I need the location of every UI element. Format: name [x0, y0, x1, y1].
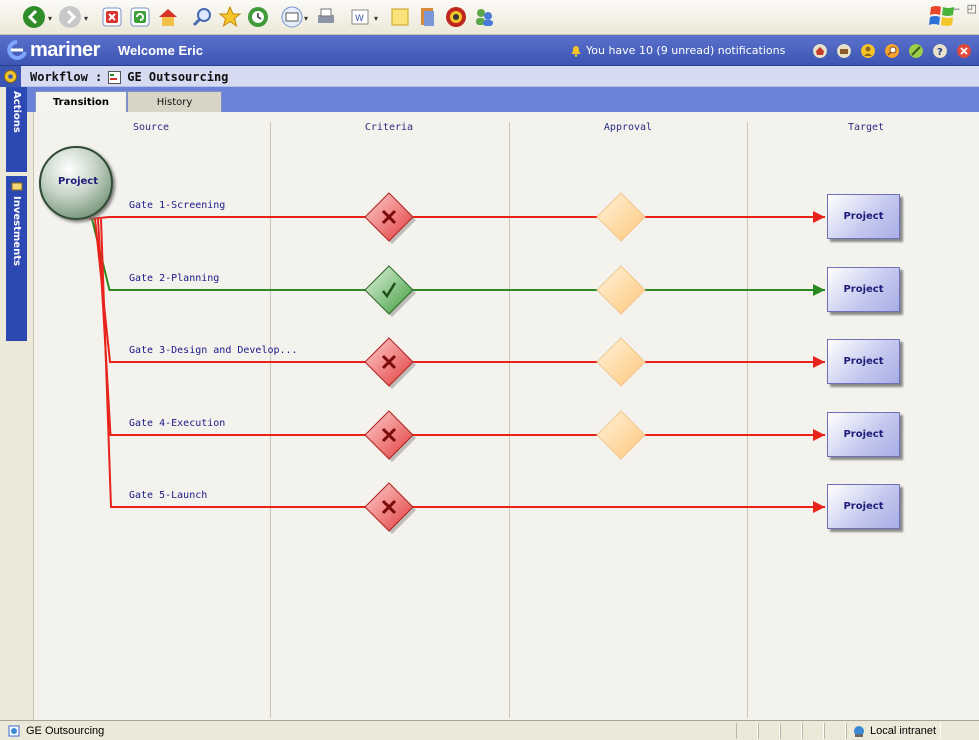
criteria-fail-icon[interactable]: [364, 410, 416, 462]
folder-icon: [11, 182, 22, 191]
workflow-icon: [108, 70, 122, 84]
notification-link[interactable]: You have 10 (9 unread) notifications: [570, 44, 785, 57]
forward-dropdown-icon[interactable]: ▾: [84, 14, 88, 23]
brand-logo: mariner: [6, 39, 100, 61]
approval-diamond[interactable]: [596, 410, 646, 460]
criteria-pass-icon[interactable]: [364, 265, 416, 317]
criteria-fail-icon[interactable]: [364, 482, 416, 534]
home-icon[interactable]: [156, 5, 180, 29]
source-node-label: Project: [57, 176, 99, 187]
gate-label[interactable]: Gate 3-Design and Develop...: [129, 345, 298, 356]
home-nav-icon[interactable]: [813, 44, 827, 58]
back-dropdown-icon[interactable]: ▾: [48, 14, 52, 23]
status-cell: [780, 723, 802, 739]
gear-icon: [4, 70, 17, 83]
window-controls[interactable]: – ◰: [953, 2, 979, 15]
gate-connector: [97, 218, 825, 441]
workflow-canvas: Source Criteria Approval Target Project …: [33, 112, 979, 720]
workflow-title: GE Outsourcing: [127, 70, 229, 84]
mail-dropdown-icon[interactable]: ▾: [304, 14, 308, 23]
target-node[interactable]: Project: [827, 267, 900, 312]
help-icon[interactable]: ?: [933, 44, 947, 58]
mail-icon[interactable]: [280, 5, 304, 29]
gate-label[interactable]: Gate 1-Screening: [129, 200, 225, 211]
side-tab-investments-label: Investments: [11, 196, 22, 266]
status-text: GE Outsourcing: [26, 725, 105, 737]
messenger-icon[interactable]: [444, 5, 468, 29]
side-tab-actions[interactable]: Actions: [6, 87, 27, 172]
page-icon: [8, 725, 20, 737]
inbox-icon[interactable]: [837, 44, 851, 58]
target-node[interactable]: Project: [827, 194, 900, 239]
profile-icon[interactable]: [861, 44, 875, 58]
side-tab-investments[interactable]: Investments: [6, 176, 27, 341]
stop-icon[interactable]: [100, 5, 124, 29]
side-tab-actions-label: Actions: [11, 91, 22, 133]
browser-window: ▾ ▾ ▾ W ▾ – ◰ mariner Welcome Eric You h…: [0, 0, 979, 740]
notification-text: You have 10 (9 unread) notifications: [586, 44, 786, 57]
target-node[interactable]: Project: [827, 412, 900, 457]
settings-cell[interactable]: [0, 66, 21, 87]
history-icon[interactable]: [246, 5, 270, 29]
target-node[interactable]: Project: [827, 484, 900, 529]
gate-label[interactable]: Gate 4-Execution: [129, 418, 225, 429]
discuss-icon[interactable]: [388, 5, 412, 29]
mariner-logo-icon: [7, 40, 27, 60]
refresh-icon[interactable]: [128, 5, 152, 29]
gate-label[interactable]: Gate 2-Planning: [129, 273, 219, 284]
side-rail: Actions Investments: [0, 87, 27, 720]
intranet-icon: [854, 726, 864, 737]
workflow-tabs: Transition History: [27, 87, 979, 112]
status-bar: GE Outsourcing Local intranet: [0, 720, 979, 740]
back-icon[interactable]: [22, 5, 46, 29]
tools-icon[interactable]: [909, 44, 923, 58]
welcome-text: Welcome Eric: [118, 43, 204, 58]
logout-icon[interactable]: [957, 44, 971, 58]
tab-history[interactable]: History: [127, 91, 222, 112]
edit-icon[interactable]: W: [348, 5, 372, 29]
criteria-fail-icon[interactable]: [364, 337, 416, 389]
status-cell: [758, 723, 780, 739]
status-cell: [736, 723, 758, 739]
svg-text:W: W: [355, 14, 364, 24]
svg-text:?: ?: [937, 47, 943, 58]
criteria-fail-icon[interactable]: [364, 192, 416, 244]
breadcrumb-label: Workflow :: [30, 70, 103, 84]
tab-transition[interactable]: Transition: [35, 91, 127, 112]
status-cell: [802, 723, 824, 739]
favorites-icon[interactable]: [218, 5, 242, 29]
approval-diamond[interactable]: [596, 337, 646, 387]
source-node[interactable]: Project: [39, 146, 113, 220]
gate-connector: [88, 211, 825, 223]
bell-icon: [571, 45, 581, 57]
gate-label[interactable]: Gate 5-Launch: [129, 490, 207, 501]
status-cell: [824, 723, 846, 739]
browser-toolbar: ▾ ▾ ▾ W ▾ – ◰: [0, 0, 979, 35]
zone-text: Local intranet: [870, 725, 937, 737]
search-icon[interactable]: [190, 5, 214, 29]
app-header: mariner Welcome Eric You have 10 (9 unre…: [0, 35, 979, 66]
target-node[interactable]: Project: [827, 339, 900, 384]
breadcrumb: Workflow : GE Outsourcing: [0, 66, 979, 87]
research-icon[interactable]: [416, 5, 440, 29]
print-icon[interactable]: [314, 5, 338, 29]
breadcrumb-title: Workflow : GE Outsourcing: [30, 70, 228, 84]
approval-diamond[interactable]: [596, 192, 646, 242]
brand-name: mariner: [30, 39, 100, 61]
search-nav-icon[interactable]: [885, 44, 899, 58]
edit-dropdown-icon[interactable]: ▾: [374, 14, 378, 23]
users-icon[interactable]: [472, 5, 496, 29]
forward-icon[interactable]: [58, 5, 82, 29]
approval-diamond[interactable]: [596, 265, 646, 315]
